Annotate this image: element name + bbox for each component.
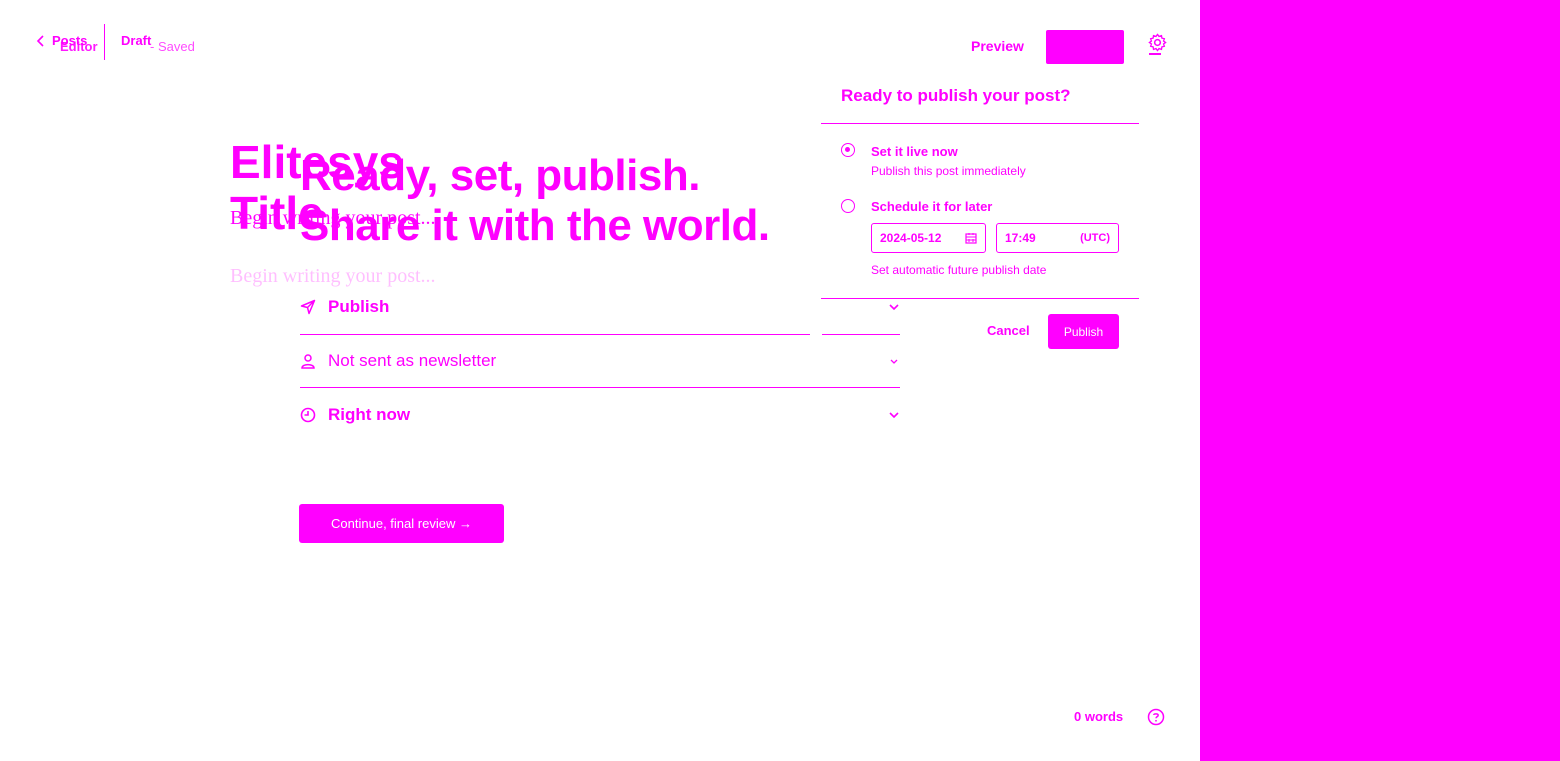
- publish-heading-line2: Share it with the world.: [300, 201, 770, 250]
- row-divider: [300, 387, 900, 388]
- row-label: Right now: [328, 405, 411, 424]
- help-icon[interactable]: [1147, 708, 1165, 726]
- row-divider: [822, 334, 900, 335]
- side-panel: [1200, 0, 1560, 761]
- popover-divider: [821, 123, 1139, 124]
- word-count: 0 words: [1074, 709, 1124, 724]
- newsletter-row[interactable]: Not sent as newsletter: [300, 341, 900, 381]
- date-field[interactable]: 2024-05-12: [871, 223, 986, 253]
- publish-now-radio[interactable]: [841, 143, 855, 157]
- cancel-button[interactable]: Cancel: [987, 323, 1030, 338]
- publish-type-row[interactable]: Publish: [300, 287, 900, 327]
- publish-now-label: Set it live now: [871, 144, 958, 159]
- clock-icon: [300, 407, 316, 423]
- publish-menu-button[interactable]: [1046, 30, 1124, 64]
- popover-title: Ready to publish your post?: [841, 86, 1071, 105]
- row-divider: [300, 334, 810, 335]
- calendar-icon: [965, 233, 977, 244]
- preview-button[interactable]: Preview: [971, 38, 1024, 54]
- time-field[interactable]: 17:49 (UTC): [996, 223, 1119, 253]
- saved-indicator: - Saved: [150, 39, 195, 54]
- row-label: Not sent as newsletter: [328, 351, 497, 370]
- post-body-placeholder: Begin writing your post...: [230, 265, 436, 287]
- publish-heading-line1: Ready, set, publish.: [300, 151, 700, 200]
- gear-icon[interactable]: [1148, 33, 1167, 52]
- time-value: 17:49: [1005, 231, 1036, 245]
- timezone-label: (UTC): [1080, 232, 1110, 244]
- person-icon: [301, 354, 315, 369]
- row-label: Publish: [328, 297, 390, 316]
- date-value: 2024-05-12: [880, 231, 942, 245]
- settings-underline: [1149, 53, 1161, 55]
- chevron-down-icon: [890, 359, 898, 364]
- chevron-down-icon: [889, 412, 899, 419]
- publish-button[interactable]: Publish: [1048, 314, 1119, 349]
- header-divider: [104, 24, 105, 60]
- continue-button[interactable]: Continue, final review →: [299, 504, 504, 543]
- chevron-left-icon: [36, 34, 44, 47]
- publish-now-desc: Publish this post immediately: [871, 164, 1026, 178]
- schedule-later-radio[interactable]: [841, 199, 855, 213]
- schedule-later-desc: Set automatic future publish date: [871, 263, 1047, 277]
- send-icon: [300, 299, 316, 315]
- post-status: Draft: [121, 33, 152, 48]
- chevron-down-icon: [889, 304, 899, 311]
- editor-label: Editor: [60, 39, 98, 54]
- schedule-row[interactable]: Right now: [300, 395, 900, 435]
- schedule-later-label: Schedule it for later: [871, 199, 993, 214]
- popover-divider: [821, 298, 1139, 299]
